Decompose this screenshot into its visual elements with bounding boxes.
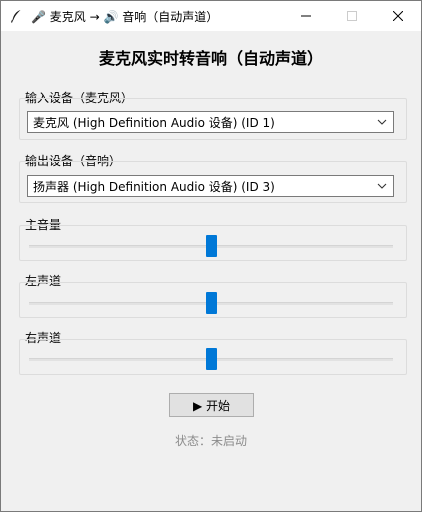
chevron-down-icon — [377, 183, 387, 189]
close-button[interactable] — [375, 1, 421, 31]
slider-thumb[interactable] — [206, 235, 217, 257]
feather-icon — [9, 9, 23, 23]
app-window: 🎤 麦克风 → 🔊 音响（自动声道） 麦克风实时转音响（自动声道） 输入设备（麦… — [0, 0, 422, 512]
slider-thumb[interactable] — [206, 292, 217, 314]
status-text: 状态：未启动 — [174, 434, 247, 448]
slider-thumb[interactable] — [206, 348, 217, 370]
close-icon — [393, 11, 403, 21]
input-device-value: 麦克风 (High Definition Audio 设备) (ID 1) — [33, 115, 275, 130]
output-device-select[interactable]: 扬声器 (High Definition Audio 设备) (ID 3) — [27, 175, 394, 197]
window-title: 🎤 麦克风 → 🔊 音响（自动声道） — [31, 9, 219, 24]
minimize-icon — [301, 15, 311, 17]
minimize-button[interactable] — [283, 1, 329, 31]
left-channel-slider[interactable] — [29, 292, 393, 314]
output-device-value: 扬声器 (High Definition Audio 设备) (ID 3) — [33, 179, 275, 194]
page-title: 麦克风实时转音响（自动声道） — [98, 49, 323, 68]
start-button[interactable]: ▶ 开始 — [169, 393, 254, 417]
right-channel-slider[interactable] — [29, 348, 393, 370]
maximize-button[interactable] — [329, 1, 375, 31]
master-volume-slider[interactable] — [29, 235, 393, 257]
input-device-select[interactable]: 麦克风 (High Definition Audio 设备) (ID 1) — [27, 111, 394, 133]
chevron-down-icon — [377, 119, 387, 125]
maximize-icon — [347, 11, 357, 21]
title-bar[interactable]: 🎤 麦克风 → 🔊 音响（自动声道） — [1, 1, 421, 31]
